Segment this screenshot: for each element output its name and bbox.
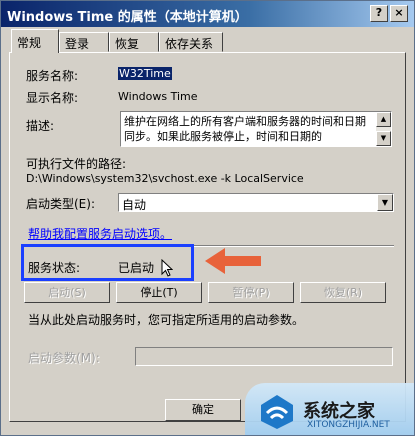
site-watermark: 系统之家 XITONGZHIJIA.NET xyxy=(245,383,414,435)
watermark-url: XITONGZHIJIA.NET xyxy=(307,420,390,430)
stop-button[interactable]: 停止(T) xyxy=(116,282,202,303)
resume-button[interactable]: 恢复(R) xyxy=(300,282,386,303)
tab-dependencies[interactable]: 依存关系 xyxy=(159,32,223,52)
title-bar[interactable]: Windows Time 的属性（本地计算机） ? × xyxy=(1,1,414,27)
description-text: 维护在网络上的所有客户端和服务器的时间和日期同步。如果此服务被停止，时间和日期的 xyxy=(124,115,366,143)
description-scrollbar[interactable]: ▲ ▼ xyxy=(376,112,391,146)
service-name-value[interactable]: W32Time xyxy=(118,67,172,80)
close-button[interactable]: × xyxy=(390,5,408,22)
site-logo-icon xyxy=(261,395,293,429)
tab-general[interactable]: 常规 xyxy=(11,29,59,53)
tab-recovery-label: 恢复 xyxy=(115,37,140,51)
start-params-input[interactable] xyxy=(135,347,393,366)
start-button[interactable]: 启动(S) xyxy=(24,282,110,303)
description-box[interactable]: 维护在网络上的所有客户端和服务器的时间和日期同步。如果此服务被停止，时间和日期的… xyxy=(120,111,392,147)
general-tab-panel: 服务名称: W32Time 显示名称: Windows Time 描述: 维护在… xyxy=(9,52,406,422)
tab-logon-label: 登录 xyxy=(65,37,90,51)
display-name-value[interactable]: Windows Time xyxy=(118,90,198,103)
startup-type-value: 自动 xyxy=(122,198,147,212)
start-params-hint: 当从此处启动服务时，您可指定所适用的启动参数。 xyxy=(28,313,305,327)
scroll-up-icon[interactable]: ▲ xyxy=(376,112,391,127)
startup-type-select[interactable]: 自动 ▼ xyxy=(118,193,394,212)
help-configure-link[interactable]: 帮助我配置服务启动选项。 xyxy=(28,225,172,242)
window-title: Windows Time 的属性（本地计算机） xyxy=(7,10,248,25)
exe-path-value[interactable]: D:\Windows\system32\svchost.exe -k Local… xyxy=(26,172,304,185)
tab-dependencies-label: 依存关系 xyxy=(165,37,214,51)
exe-path-label: 可执行文件的路径: xyxy=(26,157,127,171)
scroll-down-icon[interactable]: ▼ xyxy=(376,131,391,146)
properties-dialog: Windows Time 的属性（本地计算机） ? × 常规 登录 恢复 依存关… xyxy=(0,0,415,436)
ok-button[interactable]: 确定 xyxy=(165,399,241,421)
pause-button[interactable]: 暂停(P) xyxy=(208,282,294,303)
tab-logon[interactable]: 登录 xyxy=(59,32,109,52)
help-button[interactable]: ? xyxy=(370,5,388,22)
tab-general-label: 常规 xyxy=(17,36,42,50)
arrow-left-icon xyxy=(205,248,261,274)
service-name-label: 服务名称: xyxy=(26,69,79,83)
display-name-label: 显示名称: xyxy=(26,91,79,105)
description-label: 描述: xyxy=(26,119,55,133)
mouse-cursor-icon xyxy=(161,259,173,277)
startup-type-label: 启动类型(E): xyxy=(26,197,95,211)
chevron-down-icon[interactable]: ▼ xyxy=(377,194,393,211)
start-params-label: 启动参数(M): xyxy=(28,351,100,365)
tab-recovery[interactable]: 恢复 xyxy=(109,32,159,52)
